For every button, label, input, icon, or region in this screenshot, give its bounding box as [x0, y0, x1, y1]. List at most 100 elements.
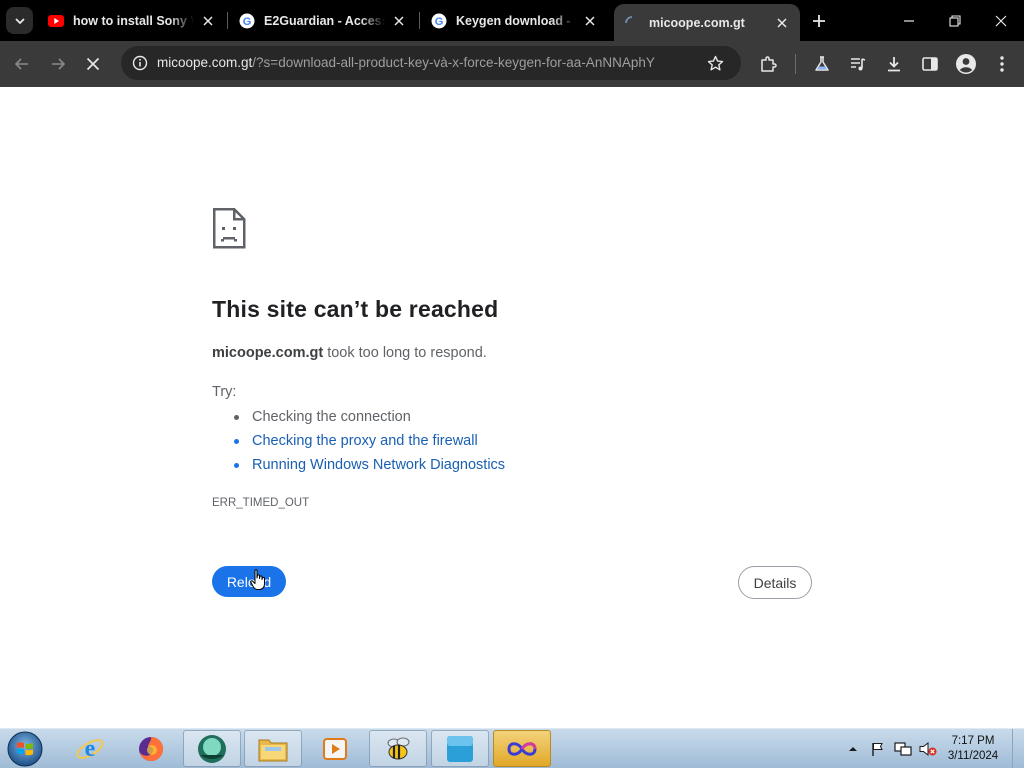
app-circle-icon: [198, 734, 226, 763]
tab-keygen-search[interactable]: G Keygen download - Go: [423, 0, 608, 41]
show-hidden-icons-button[interactable]: [842, 738, 864, 760]
flask-icon: [815, 56, 829, 71]
queue-music-icon: [851, 58, 866, 71]
stop-loading-button[interactable]: [77, 48, 109, 80]
extensions-button[interactable]: [752, 48, 784, 80]
bullet: [234, 439, 239, 444]
new-tab-button[interactable]: [808, 10, 830, 32]
tab-title: Keygen download - Go: [456, 13, 576, 28]
suggestions-list: Checking the connection Checking the pro…: [212, 407, 505, 479]
close-icon[interactable]: [774, 15, 790, 31]
network-icon[interactable]: [892, 738, 914, 760]
downloads-button[interactable]: [878, 48, 910, 80]
taskbar-infinity-app[interactable]: [493, 730, 551, 767]
tab-micoope[interactable]: micoope.com.gt: [614, 4, 800, 41]
address-bar[interactable]: micoope.com.gt/?s=download-all-product-k…: [121, 46, 741, 80]
tab-title: micoope.com.gt: [649, 15, 745, 30]
taskbar-app-circle[interactable]: [183, 730, 241, 767]
taskbar-file-explorer[interactable]: [244, 730, 302, 767]
chevron-down-icon: [14, 17, 25, 24]
plus-icon: [813, 15, 825, 27]
restore-button[interactable]: [932, 0, 978, 41]
media-player-icon: [323, 737, 347, 760]
volume-muted-icon[interactable]: [917, 738, 939, 760]
svg-text:G: G: [435, 16, 444, 28]
tab-search-button[interactable]: [6, 7, 33, 34]
labs-button[interactable]: [806, 48, 838, 80]
close-icon[interactable]: [391, 13, 407, 29]
details-button[interactable]: Details: [738, 566, 812, 599]
suggestion-check-proxy-link[interactable]: Checking the proxy and the firewall: [212, 431, 505, 455]
menu-button[interactable]: [986, 48, 1018, 80]
tab-youtube[interactable]: how to install Sony Ve: [40, 0, 226, 41]
internet-explorer-icon: e: [76, 736, 104, 762]
firefox-icon: [139, 736, 164, 761]
taskbar-internet-explorer[interactable]: e: [61, 730, 119, 767]
close-icon: [995, 15, 1007, 26]
suggestion-text[interactable]: Checking the proxy and the firewall: [252, 433, 478, 449]
close-icon[interactable]: [200, 13, 216, 29]
taskbar-bee-app[interactable]: [369, 730, 427, 767]
close-icon[interactable]: [582, 13, 598, 29]
arrow-left-icon: [14, 58, 28, 70]
tab-title: E2Guardian - Access D: [264, 13, 385, 28]
hand-cursor-icon: [250, 569, 266, 596]
more-vert-icon: [1000, 56, 1004, 72]
tab-separator: [419, 12, 420, 29]
arrow-right-icon: [52, 58, 66, 70]
error-summary: micoope.com.gt took too long to respond.: [212, 345, 487, 361]
address-bar-url[interactable]: micoope.com.gt/?s=download-all-product-k…: [157, 55, 655, 70]
suggestion-text: Checking the connection: [252, 409, 411, 425]
system-tray: [842, 729, 942, 768]
bullet: [234, 415, 239, 420]
start-button[interactable]: [5, 730, 45, 768]
tab-separator: [227, 12, 228, 29]
bullet: [234, 463, 239, 468]
try-label: Try:: [212, 384, 237, 400]
google-icon: G: [431, 13, 447, 29]
show-desktop-button[interactable]: [1012, 729, 1024, 768]
profile-button[interactable]: [950, 48, 982, 80]
close-window-button[interactable]: [978, 0, 1024, 41]
suggestion-text[interactable]: Running Windows Network Diagnostics: [252, 457, 505, 473]
clock-time: 7:17 PM: [951, 735, 995, 747]
url-path: /?s=download-all-product-key-và-x-force-…: [252, 55, 655, 70]
puzzle-icon: [761, 56, 777, 72]
error-page: This site can’t be reached micoope.com.g…: [0, 87, 1024, 728]
error-code: ERR_TIMED_OUT: [212, 497, 310, 509]
media-controls-button[interactable]: [842, 48, 874, 80]
bee-icon: [387, 737, 410, 759]
url-host: micoope.com.gt: [157, 55, 253, 70]
minimize-button[interactable]: [886, 0, 932, 41]
browser-toolbar: micoope.com.gt/?s=download-all-product-k…: [0, 41, 1024, 87]
chevron-up-icon: [849, 747, 857, 751]
blue-square-icon: [447, 735, 473, 762]
folder-icon: [258, 739, 288, 761]
taskbar-blue-app[interactable]: [431, 730, 489, 767]
windows-taskbar: e 7:17 PM 3/11/2024: [0, 728, 1024, 768]
download-icon: [888, 57, 900, 72]
loading-spinner-icon: [624, 15, 640, 31]
tab-e2guardian[interactable]: G E2Guardian - Access D: [231, 0, 417, 41]
taskbar-firefox[interactable]: [122, 730, 180, 767]
side-panel-button[interactable]: [914, 48, 946, 80]
suggestion-network-diagnostics-link[interactable]: Running Windows Network Diagnostics: [212, 455, 505, 479]
suggestion-check-connection: Checking the connection: [212, 407, 505, 431]
taskbar-media-player[interactable]: [306, 730, 364, 767]
site-info-icon[interactable]: [129, 52, 151, 74]
error-summary-text: took too long to respond.: [323, 345, 487, 361]
svg-text:e: e: [85, 736, 96, 762]
action-center-flag-icon[interactable]: [867, 738, 889, 760]
minimize-icon: [904, 19, 914, 22]
reload-button[interactable]: Reload: [212, 566, 286, 597]
taskbar-clock[interactable]: 7:17 PM 3/11/2024: [940, 734, 1006, 764]
google-icon: G: [239, 13, 255, 29]
clock-date: 3/11/2024: [947, 750, 999, 762]
back-button[interactable]: [6, 48, 38, 80]
infinity-icon: [507, 741, 537, 756]
restore-icon: [949, 14, 961, 27]
forward-button[interactable]: [42, 48, 74, 80]
error-title: This site can’t be reached: [212, 296, 499, 322]
error-host: micoope.com.gt: [212, 345, 324, 361]
bookmark-star-icon[interactable]: [705, 53, 725, 73]
